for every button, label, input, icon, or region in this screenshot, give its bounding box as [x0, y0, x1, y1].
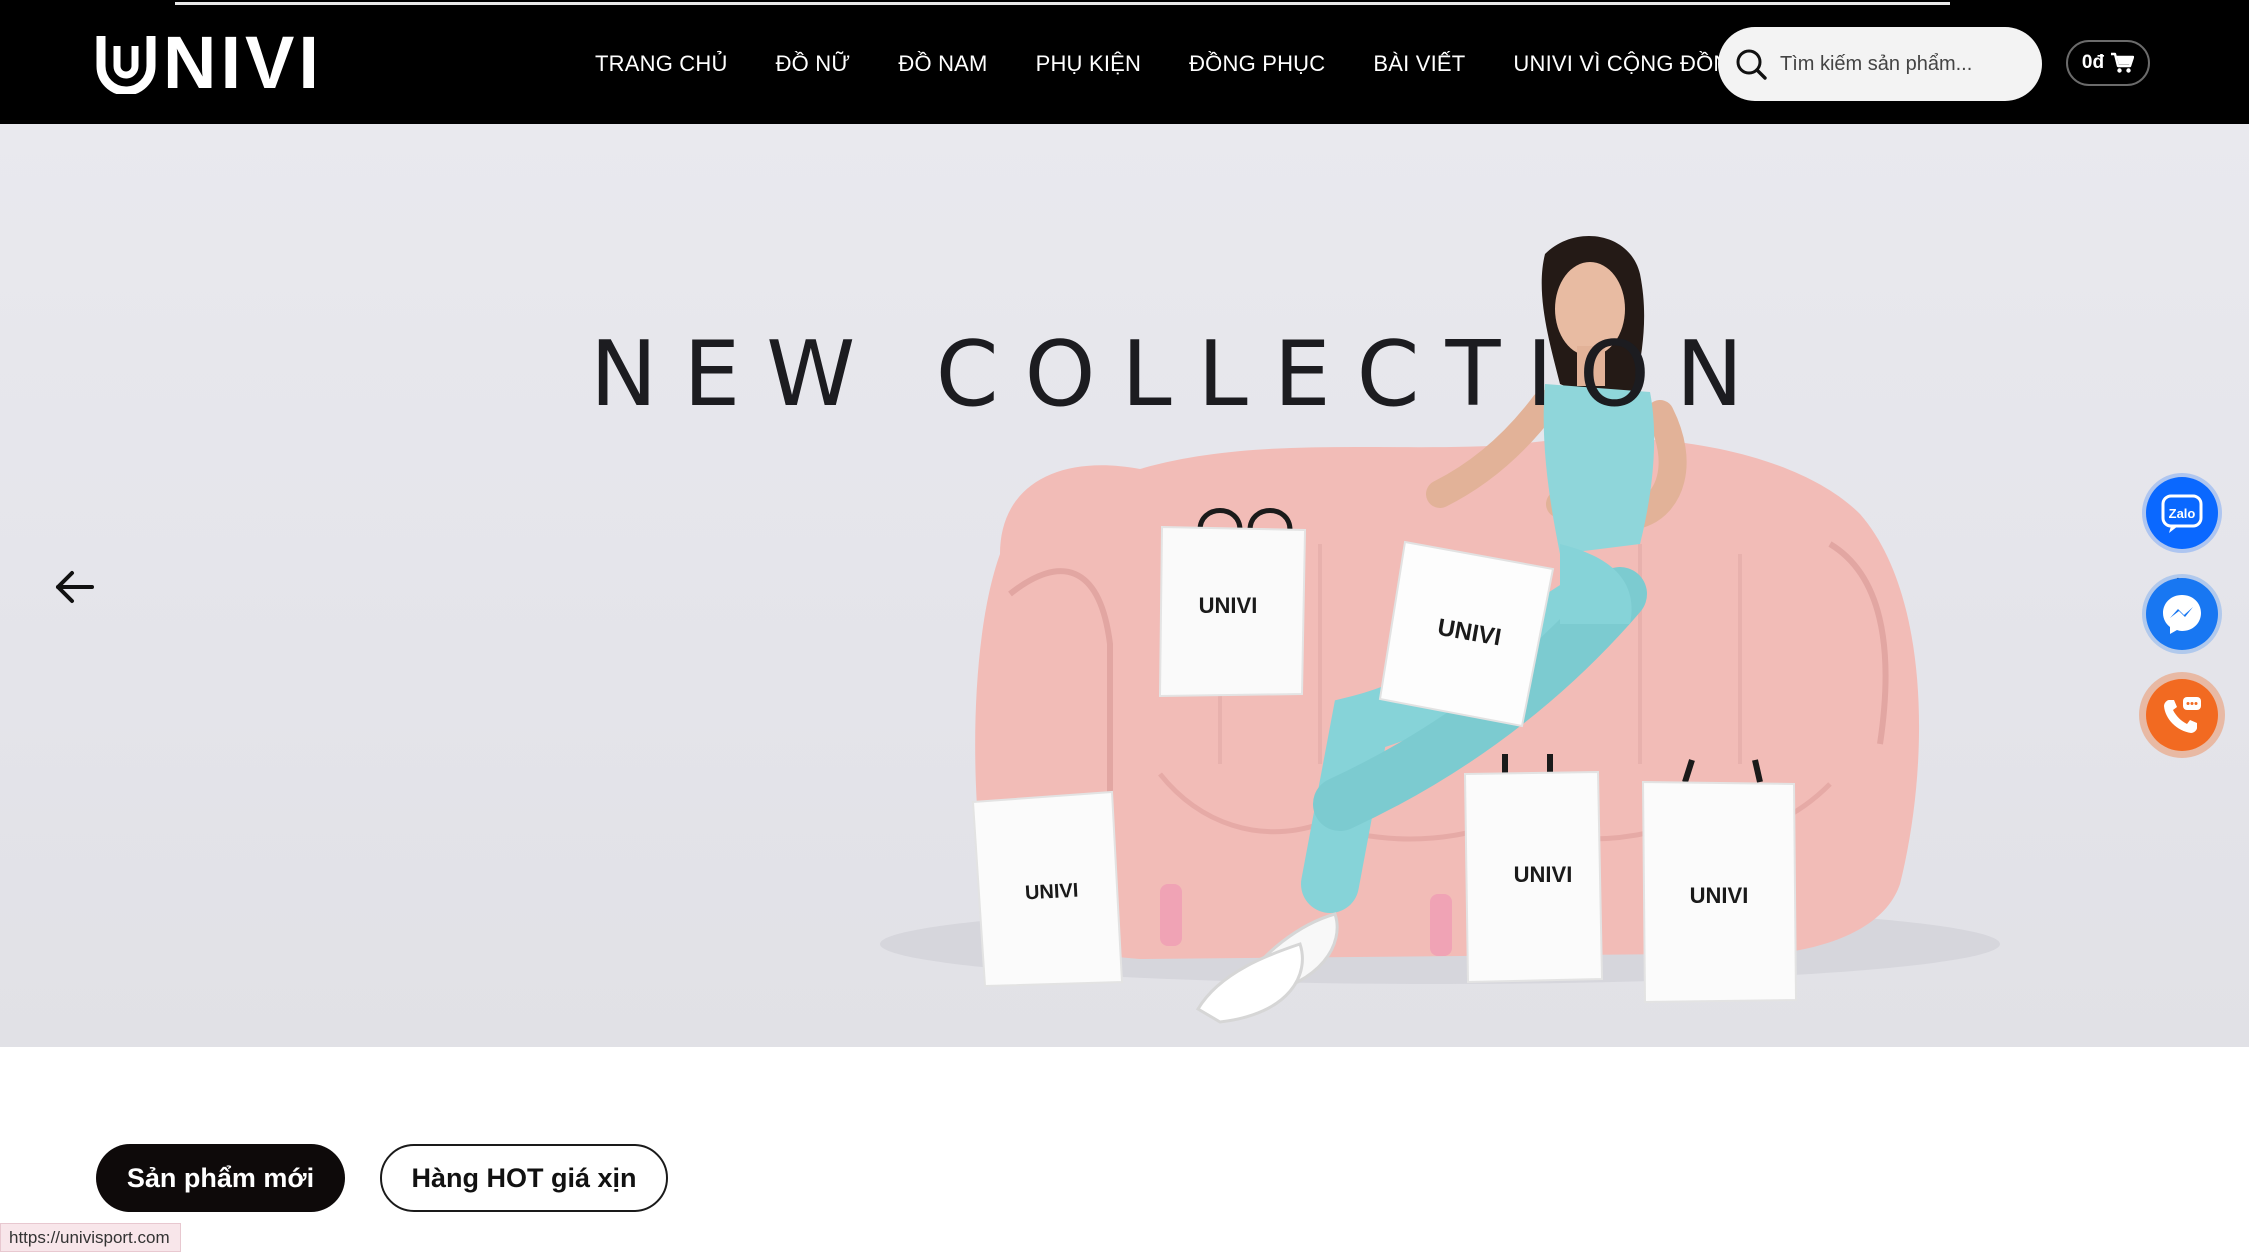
site-header: NIVI TRANG CHỦ ĐỒ NỮ ĐỒ NAM PHỤ KIỆN ĐỒN…	[0, 0, 2249, 124]
messenger-icon	[2163, 595, 2201, 634]
tab-hot-deals[interactable]: Hàng HOT giá xịn	[380, 1144, 668, 1212]
tab-new-products[interactable]: Sản phẩm mới	[96, 1144, 345, 1212]
u-mark-logo-icon	[96, 36, 156, 94]
main-nav: TRANG CHỦ ĐỒ NỮ ĐỒ NAM PHỤ KIỆN ĐỒNG PHỤ…	[595, 40, 1747, 88]
brand-logo[interactable]: NIVI	[95, 21, 323, 104]
search-icon[interactable]	[1734, 47, 1768, 81]
cart-icon	[2111, 52, 2135, 73]
cart-button[interactable]: 0đ	[2066, 40, 2150, 86]
phone-button[interactable]	[2146, 679, 2218, 751]
nav-item-men[interactable]: ĐỒ NAM	[898, 51, 987, 77]
hero-banner[interactable]: UNIVI UNIVI UNIVI UNIVI UNIVI NEW COLLEC…	[0, 124, 2249, 1047]
shopping-bag-sofa-left: UNIVI	[1158, 508, 1307, 698]
status-bar-url: https://univisport.com	[0, 1223, 181, 1252]
nav-item-community[interactable]: UNIVI VÌ CỘNG ĐỒNG	[1513, 51, 1746, 77]
nav-item-women[interactable]: ĐỒ NỮ	[776, 51, 851, 77]
phone-chat-icon	[2164, 697, 2201, 733]
arrow-left-icon[interactable]	[52, 564, 98, 610]
zalo-label: Zalo	[2168, 505, 2196, 521]
cart-total: 0đ	[2081, 52, 2105, 73]
bag-brand: UNIVI	[1690, 883, 1749, 908]
header-top-line	[175, 2, 1950, 5]
search-input[interactable]	[1778, 51, 2032, 77]
bag-brand: UNIVI	[1514, 862, 1573, 887]
shopping-bag-floor-right: UNIVI	[1641, 759, 1798, 1004]
zalo-button[interactable]: Zalo	[2146, 477, 2218, 549]
nav-item-accessories[interactable]: PHỤ KIỆN	[1036, 51, 1142, 77]
messenger-button[interactable]	[2146, 578, 2218, 650]
nav-item-home[interactable]: TRANG CHỦ	[595, 51, 728, 77]
search-box[interactable]	[1718, 27, 2042, 101]
hero-title: NEW COLLECTION	[590, 322, 1770, 427]
shopping-bag-floor-middle: UNIVI	[1463, 754, 1604, 984]
nav-item-articles[interactable]: BÀI VIẾT	[1373, 51, 1465, 77]
hero-image: UNIVI UNIVI UNIVI UNIVI UNIVI	[880, 235, 2000, 1024]
shopping-bag-floor-left: UNIVI	[971, 790, 1124, 988]
nav-item-uniforms[interactable]: ĐỒNG PHỤC	[1189, 51, 1325, 77]
bag-brand: UNIVI	[1024, 880, 1078, 905]
bag-brand: UNIVI	[1199, 593, 1258, 618]
logo-text: NIVI	[163, 21, 323, 104]
